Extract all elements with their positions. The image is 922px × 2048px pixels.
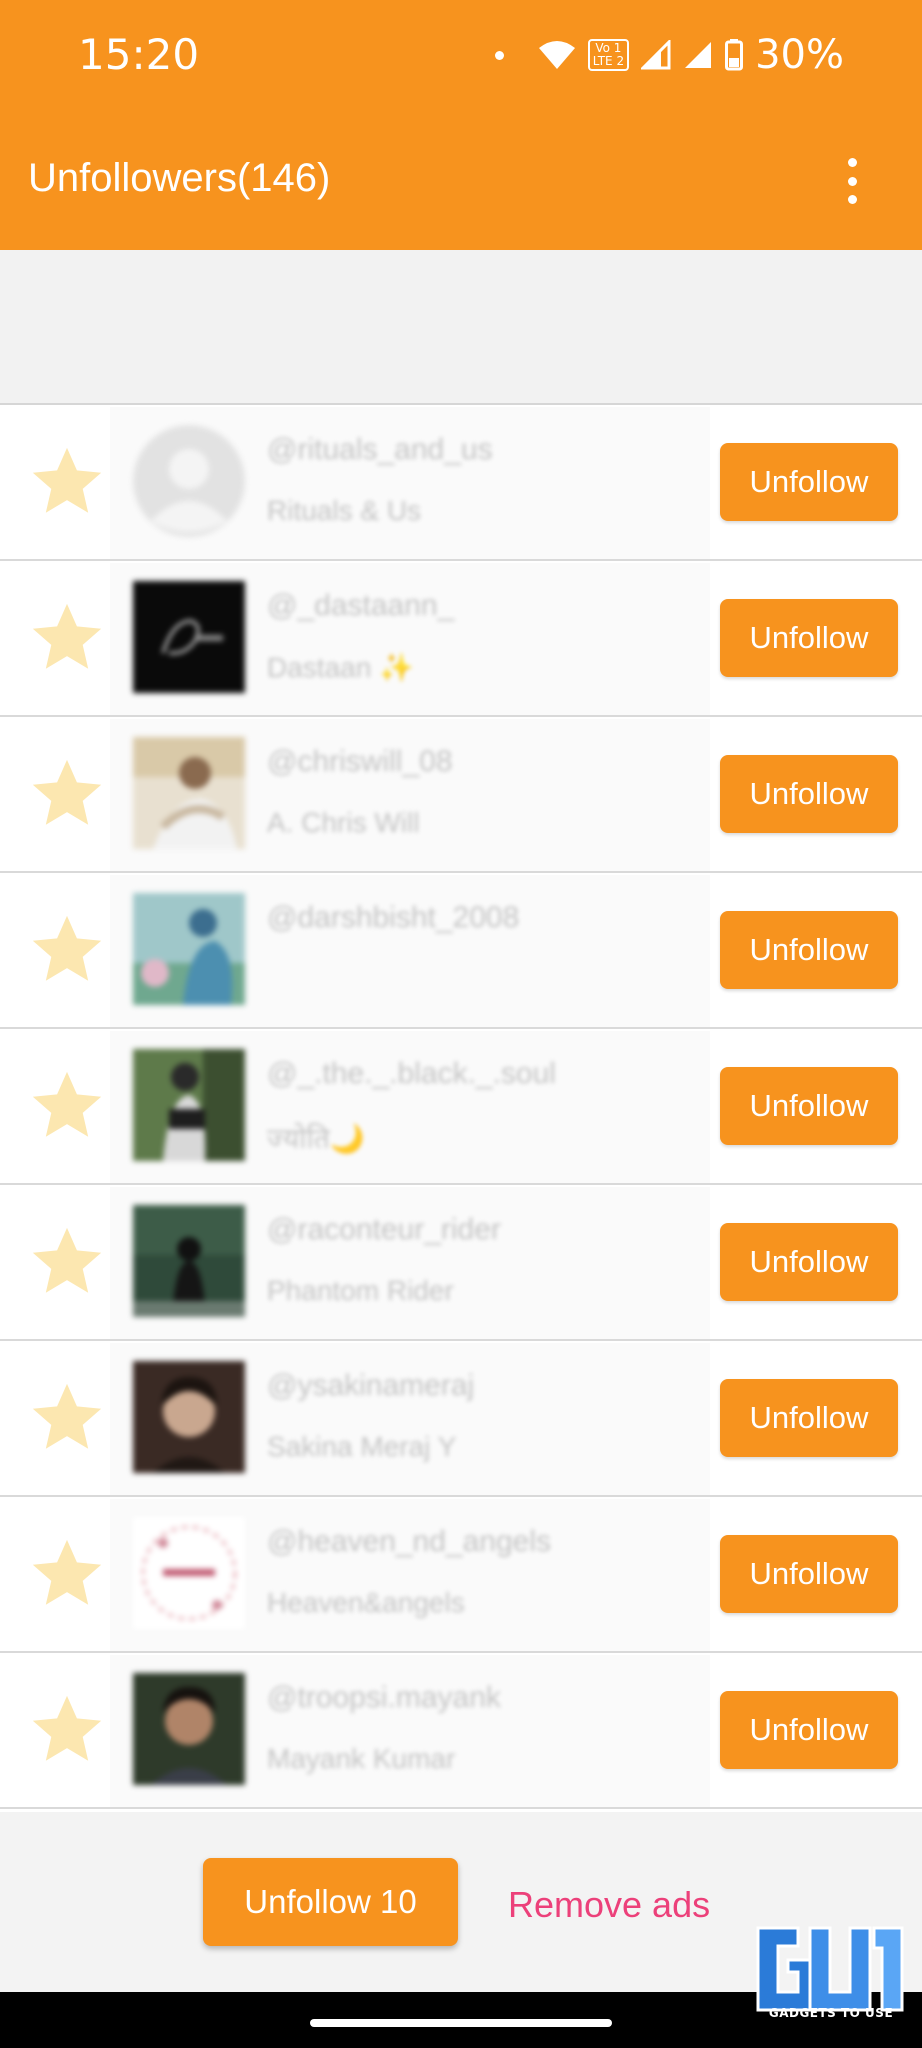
avatar[interactable]	[133, 1517, 245, 1629]
user-name: Mayank Kumar	[267, 1743, 456, 1774]
ad-banner-area	[0, 250, 922, 405]
star-icon[interactable]	[26, 1377, 108, 1459]
app-header: 15:20 Vo 1 LTE 2 30% Unfollowers(146)	[0, 0, 922, 250]
star-icon[interactable]	[26, 1689, 108, 1771]
avatar[interactable]	[133, 1673, 245, 1785]
unfollowers-list: @rituals_and_us Rituals & Us Unfollow @_…	[0, 405, 922, 1809]
list-item: @raconteur_rider Phantom Rider Unfollow	[0, 1185, 922, 1341]
gesture-nav-handle[interactable]	[310, 2019, 612, 2027]
star-icon[interactable]	[26, 1065, 108, 1147]
user-name: Phantom Rider	[267, 1275, 454, 1306]
unfollow-button[interactable]: Unfollow	[720, 1379, 898, 1457]
battery-icon	[725, 39, 744, 71]
signal-icon	[641, 40, 671, 70]
user-handle: @_.the._.black._.soul	[267, 1057, 556, 1090]
avatar[interactable]	[133, 425, 245, 537]
more-vert-icon[interactable]	[842, 158, 862, 204]
user-name: Dastaan ✨	[267, 652, 414, 683]
user-handle: @_dastaann_	[267, 589, 455, 622]
list-item: @ysakinameraj Sakina Meraj Y Unfollow	[0, 1341, 922, 1497]
list-item: @rituals_and_us Rituals & Us Unfollow	[0, 405, 922, 561]
user-handle: @heaven_nd_angels	[267, 1525, 552, 1558]
gadgets-to-use-logo-icon	[756, 1926, 904, 2012]
user-handle: @darshbisht_2008	[267, 901, 520, 934]
volte-badge: Vo 1 LTE 2	[587, 39, 630, 71]
user-name: Sakina Meraj Y	[267, 1431, 457, 1462]
unfollow-button[interactable]: Unfollow	[720, 911, 898, 989]
user-handle: @raconteur_rider	[267, 1213, 501, 1246]
unfollow-button[interactable]: Unfollow	[720, 755, 898, 833]
unfollow-button[interactable]: Unfollow	[720, 1067, 898, 1145]
status-time: 15:20	[78, 30, 200, 79]
unfollow-button[interactable]: Unfollow	[720, 599, 898, 677]
star-icon[interactable]	[26, 597, 108, 679]
star-icon[interactable]	[26, 909, 108, 991]
notification-dot-icon	[494, 50, 504, 60]
list-item: @heaven_nd_angels Heaven&angels Unfollow	[0, 1497, 922, 1653]
star-icon[interactable]	[26, 441, 108, 523]
user-name: ज्योति🌙	[267, 1123, 365, 1154]
star-icon[interactable]	[26, 753, 108, 835]
unfollow-button[interactable]: Unfollow	[720, 443, 898, 521]
unfollow-button[interactable]: Unfollow	[720, 1691, 898, 1769]
user-name: Rituals & Us	[267, 495, 422, 526]
avatar[interactable]	[133, 737, 245, 849]
battery-percent: 30%	[755, 32, 844, 78]
unfollow-button[interactable]: Unfollow	[720, 1535, 898, 1613]
avatar[interactable]	[133, 1049, 245, 1161]
user-handle: @troopsi.mayank	[267, 1681, 501, 1714]
list-item: @chriswill_08 A. Chris Will Unfollow	[0, 717, 922, 873]
avatar[interactable]	[133, 581, 245, 693]
signal-icon-2	[685, 42, 712, 68]
unfollow-button[interactable]: Unfollow	[720, 1223, 898, 1301]
avatar[interactable]	[133, 893, 245, 1005]
user-name: A. Chris Will	[267, 807, 420, 838]
status-icons: Vo 1 LTE 2 30%	[494, 30, 844, 80]
list-item: @_.the._.black._.soul ज्योति🌙 Unfollow	[0, 1029, 922, 1185]
star-icon[interactable]	[26, 1221, 108, 1303]
user-name: Heaven&angels	[267, 1587, 465, 1618]
user-handle: @ysakinameraj	[267, 1369, 475, 1402]
list-item: @_dastaann_ Dastaan ✨ Unfollow	[0, 561, 922, 717]
unfollow-bulk-button[interactable]: Unfollow 10	[203, 1858, 458, 1946]
list-item: @darshbisht_2008 Unfollow	[0, 873, 922, 1029]
watermark-text: GADGETS TO USE	[768, 2006, 894, 2020]
avatar[interactable]	[133, 1205, 245, 1317]
avatar[interactable]	[133, 1361, 245, 1473]
remove-ads-link[interactable]: Remove ads	[508, 1884, 710, 1926]
star-icon[interactable]	[26, 1533, 108, 1615]
wifi-icon	[538, 41, 575, 69]
list-item: @troopsi.mayank Mayank Kumar Unfollow	[0, 1653, 922, 1809]
app-screen: 15:20 Vo 1 LTE 2 30% Unfollowers(146) @r…	[0, 0, 922, 1992]
user-handle: @rituals_and_us	[267, 433, 493, 466]
page-title: Unfollowers(146)	[28, 156, 331, 200]
user-handle: @chriswill_08	[267, 745, 453, 778]
